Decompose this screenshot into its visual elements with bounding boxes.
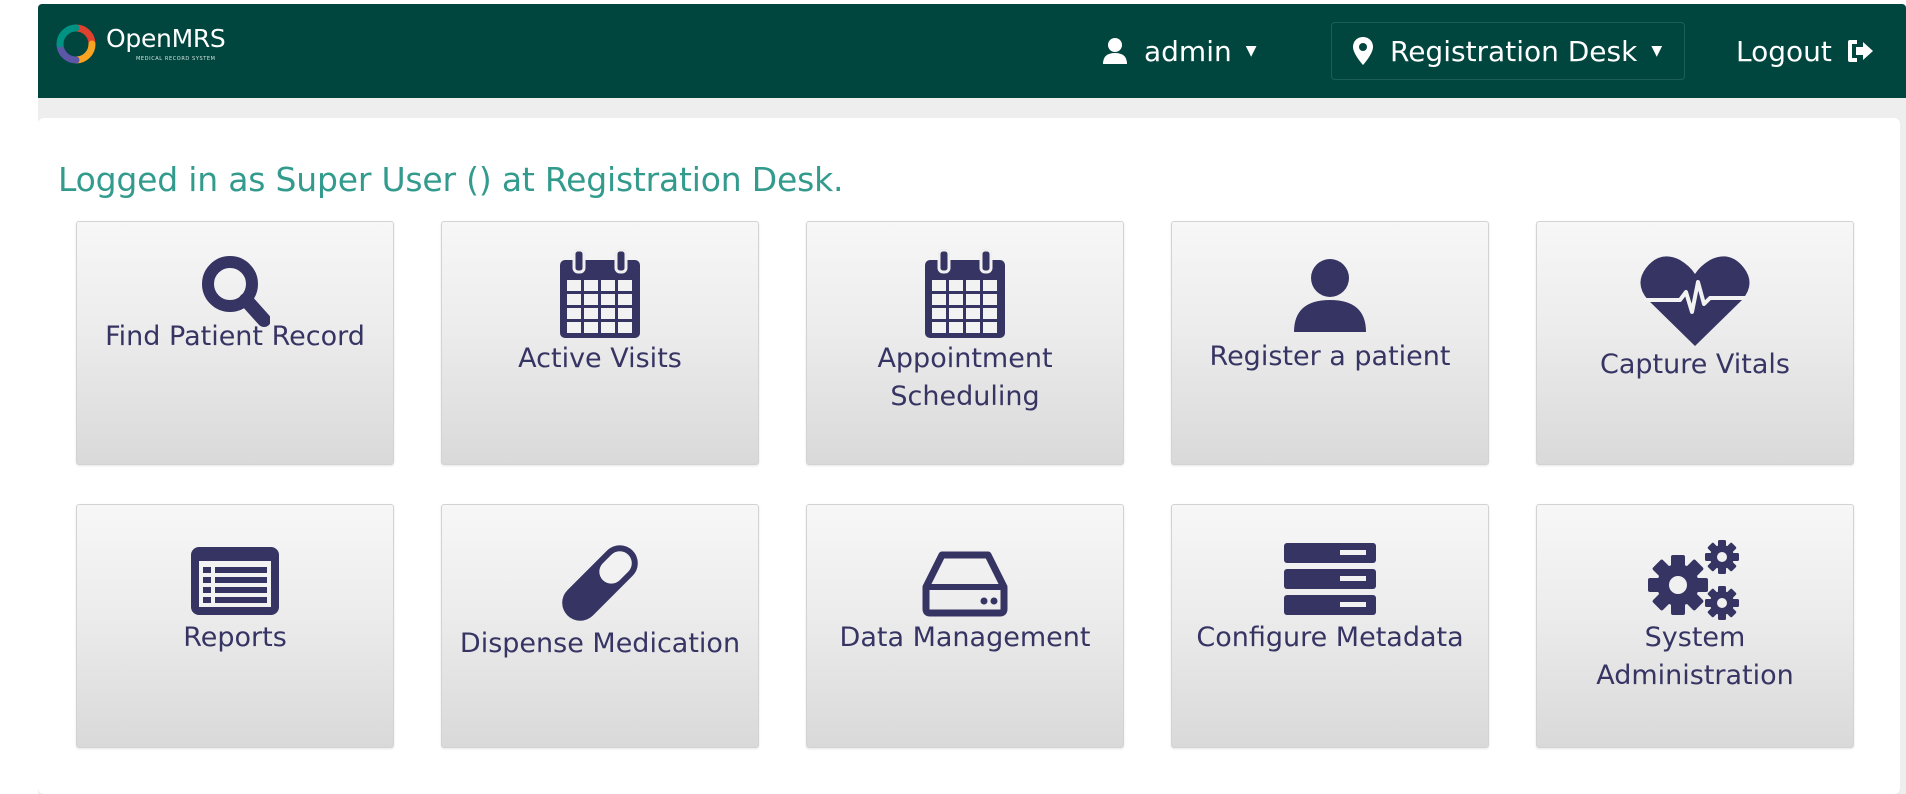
hdd-icon: [807, 551, 1123, 617]
user-menu[interactable]: admin ▼: [1102, 31, 1257, 71]
top-navbar: OpenMRS MEDICAL RECORD SYSTEM admin ▼ Re…: [38, 4, 1906, 98]
tile-reports[interactable]: Reports: [76, 504, 394, 748]
logo-subtext: MEDICAL RECORD SYSTEM: [136, 56, 216, 62]
list-alt-icon: [77, 545, 393, 617]
tile-label: Dispense Medication: [459, 628, 741, 659]
tile-capture-vitals[interactable]: Capture Vitals: [1536, 221, 1854, 465]
tile-label: Appointment Scheduling: [877, 343, 1053, 412]
user-icon: [1103, 38, 1127, 64]
location-menu[interactable]: Registration Desk ▼: [1331, 22, 1685, 80]
chevron-down-icon: ▼: [1245, 43, 1257, 59]
tile-label: Active Visits: [518, 343, 682, 374]
sign-out-icon: [1847, 40, 1873, 62]
tile-label: Configure Metadata: [1196, 622, 1464, 653]
calendar-icon: [807, 248, 1123, 340]
location-menu-label: Registration Desk: [1390, 34, 1638, 68]
cogs-icon: [1537, 537, 1853, 623]
tile-label: System Administration: [1596, 622, 1794, 691]
heartbeat-icon: [1537, 252, 1853, 348]
openmrs-logo-icon: [56, 24, 96, 64]
user-menu-label: admin: [1144, 34, 1232, 68]
tile-label: Capture Vitals: [1599, 349, 1790, 380]
pill-icon: [442, 535, 758, 631]
tile-register-a-patient[interactable]: Register a patient: [1171, 221, 1489, 465]
map-marker-icon: [1353, 37, 1373, 65]
calendar-icon: [442, 248, 758, 340]
logout-link[interactable]: Logout: [1736, 31, 1874, 71]
tile-appointment-scheduling[interactable]: Appointment Scheduling: [806, 221, 1124, 465]
tile-system-administration[interactable]: System Administration: [1536, 504, 1854, 748]
logout-label: Logout: [1736, 34, 1832, 68]
tile-label: Register a patient: [1209, 341, 1451, 372]
openmrs-logo[interactable]: OpenMRS MEDICAL RECORD SYSTEM: [56, 24, 226, 78]
tile-label: Find Patient Record: [105, 321, 365, 352]
tile-configure-metadata[interactable]: Configure Metadata: [1171, 504, 1489, 748]
tile-data-management[interactable]: Data Management: [806, 504, 1124, 748]
tile-label: Data Management: [839, 622, 1091, 653]
user-icon: [1172, 258, 1488, 334]
tile-dispense-medication[interactable]: Dispense Medication: [441, 504, 759, 748]
search-icon: [77, 254, 393, 328]
main-content: Logged in as Super User () at Registrati…: [38, 98, 1906, 794]
server-icon: [1172, 541, 1488, 617]
tile-active-visits[interactable]: Active Visits: [441, 221, 759, 465]
tile-label: Reports: [183, 622, 287, 653]
welcome-message: Logged in as Super User () at Registrati…: [58, 160, 844, 199]
tile-find-patient-record[interactable]: Find Patient Record: [76, 221, 394, 465]
logo-text: OpenMRS: [106, 24, 226, 53]
chevron-down-icon: ▼: [1651, 43, 1663, 59]
